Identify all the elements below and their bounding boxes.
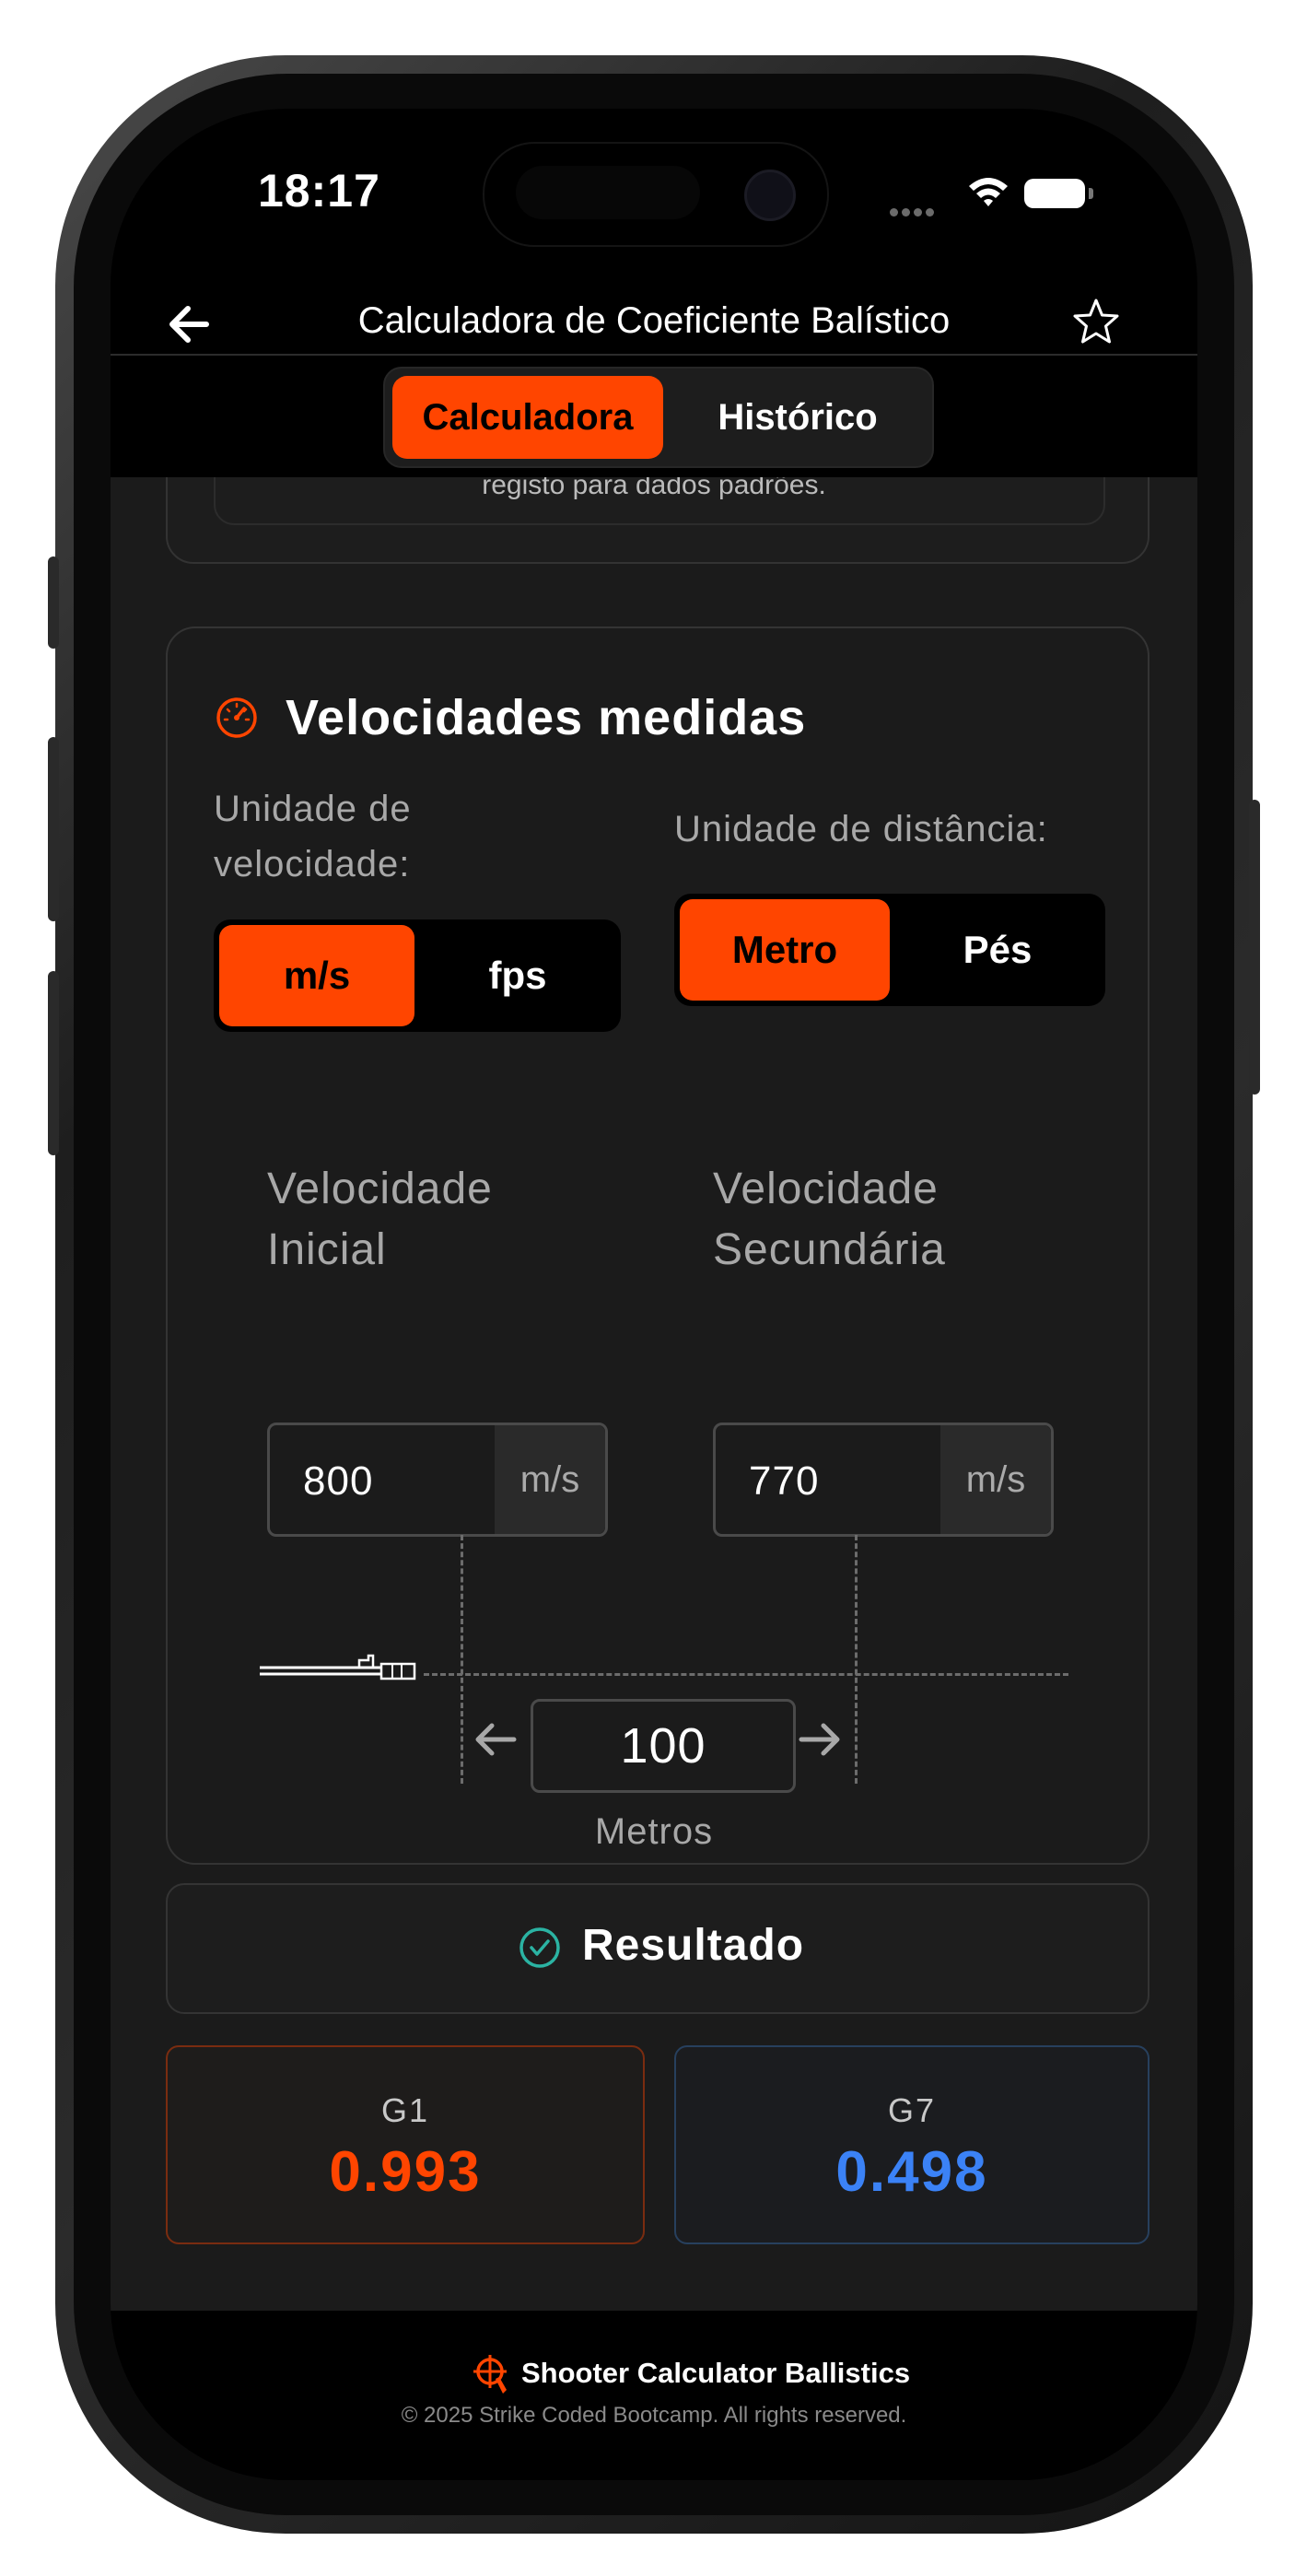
secondary-velocity-guide <box>855 1535 858 1784</box>
crosshair-logo-icon <box>473 2355 507 2394</box>
wifi-icon <box>969 178 1008 206</box>
initial-velocity-value[interactable]: 800 <box>303 1458 373 1505</box>
previous-card-text: registo para dados padrões. <box>482 477 826 500</box>
speed-unit-label: Unidade de velocidade: <box>214 789 412 884</box>
tab-historico[interactable]: Histórico <box>672 376 923 459</box>
tab-calculadora[interactable]: Calculadora <box>392 376 663 459</box>
distance-input[interactable]: 100 <box>531 1699 796 1793</box>
secondary-velocity-field[interactable]: 770 m/s <box>713 1423 1054 1537</box>
footer-brand: Shooter Calculator Ballistics <box>521 2357 911 2389</box>
initial-velocity-guide <box>461 1535 463 1784</box>
rifle-icon <box>260 1654 416 1680</box>
volume-up-button <box>48 737 59 921</box>
speedometer-icon <box>216 697 257 738</box>
initial-velocity-label: Velocidade Inicial <box>267 1159 507 1281</box>
secondary-velocity-label-text: Velocidade Secundária <box>713 1165 946 1274</box>
initial-velocity-unit: m/s <box>495 1425 605 1534</box>
power-button <box>1249 800 1260 1095</box>
secondary-velocity-label: Velocidade Secundária <box>713 1159 989 1281</box>
distance-unit-metro[interactable]: Metro <box>680 899 890 1001</box>
front-camera <box>744 170 796 221</box>
battery-icon <box>1024 179 1085 208</box>
footer-copyright: © 2025 Strike Coded Bootcamp. All rights… <box>401 2403 907 2428</box>
g7-result-card: G7 0.498 <box>674 2045 1149 2244</box>
signal-dots-icon <box>890 205 938 221</box>
status-time: 18:17 <box>258 165 380 217</box>
speed-unit-fps[interactable]: fps <box>426 925 610 1026</box>
speed-unit-toggle: m/s fps <box>214 919 621 1032</box>
page-title: Calculadora de Coeficiente Balístico <box>357 300 951 341</box>
volume-down-button <box>48 971 59 1155</box>
g1-label: G1 <box>380 2091 430 2129</box>
g7-label: G7 <box>887 2091 937 2129</box>
initial-velocity-field[interactable]: 800 m/s <box>267 1423 608 1537</box>
g1-value: 0.993 <box>329 2140 482 2204</box>
view-tab-switcher: Calculadora Histórico <box>383 367 934 468</box>
scroll-content[interactable]: registo para dados padrões. Velocidades … <box>111 477 1197 2311</box>
initial-velocity-label-text: Velocidade Inicial <box>267 1165 493 1274</box>
secondary-velocity-value[interactable]: 770 <box>749 1458 819 1505</box>
velocities-title: Velocidades medidas <box>286 690 807 745</box>
check-circle-icon <box>519 1927 560 1968</box>
g7-value: 0.498 <box>835 2140 988 2204</box>
g1-result-card: G1 0.993 <box>166 2045 645 2244</box>
result-title: Resultado <box>582 1921 805 1970</box>
distance-unit-caption: Metros <box>594 1811 714 1852</box>
distance-unit-label: Unidade de distância: <box>674 809 1048 849</box>
screen: 18:17 Calculadora de Coeficiente Balísti… <box>111 109 1197 2480</box>
speed-unit-ms[interactable]: m/s <box>219 925 414 1026</box>
arrow-left-icon <box>475 1723 517 1756</box>
distance-unit-pes[interactable]: Pés <box>901 899 1094 1001</box>
arrow-right-icon <box>799 1723 840 1756</box>
action-button <box>48 556 59 649</box>
battery-tip <box>1089 188 1093 199</box>
header-divider <box>111 354 1197 356</box>
distance-unit-toggle: Metro Pés <box>674 894 1105 1006</box>
island-sensor <box>516 166 700 219</box>
secondary-velocity-unit: m/s <box>940 1425 1051 1534</box>
star-icon[interactable] <box>1068 295 1124 350</box>
trajectory-line <box>424 1673 1068 1676</box>
